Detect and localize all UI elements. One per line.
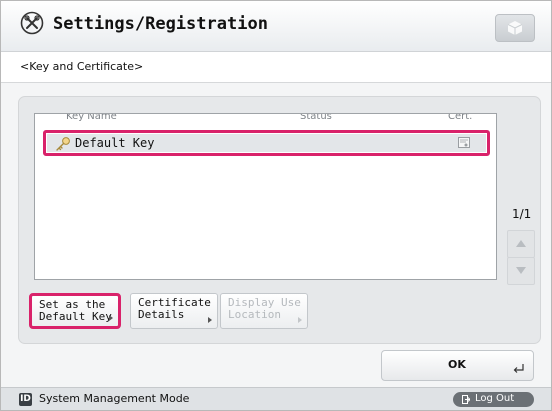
ok-label: OK <box>448 358 466 371</box>
arrow-right-icon <box>208 317 212 323</box>
display-use-location-button: Display Use Location <box>220 293 308 329</box>
scroll-down-button[interactable] <box>507 257 535 285</box>
key-icon <box>56 137 70 151</box>
cube-icon <box>507 21 523 35</box>
arrow-right-icon <box>298 317 302 323</box>
key-list: Key Name Status Cert. Default Key <box>34 113 497 280</box>
key-name: Default Key <box>75 136 155 150</box>
column-header-key-name: Key Name <box>66 113 117 122</box>
certificate-details-button[interactable]: Certificate Details <box>130 293 218 329</box>
settings-screen: Settings/Registration <Key and Certifica… <box>0 0 552 411</box>
breadcrumb: <Key and Certificate> <box>20 60 144 73</box>
settings-tools-icon <box>20 11 44 35</box>
certificate-icon <box>458 137 470 148</box>
sub-header: <Key and Certificate> <box>1 52 551 83</box>
ok-button[interactable]: OK <box>381 350 534 381</box>
home-button[interactable] <box>495 14 535 42</box>
scroll-up-button[interactable] <box>507 230 535 258</box>
page-title: Settings/Registration <box>53 14 268 34</box>
arrow-right-icon <box>109 315 113 321</box>
system-management-mode-label: System Management Mode <box>39 392 190 405</box>
display-use-location-label: Display Use Location <box>228 296 301 321</box>
column-header-cert: Cert. <box>448 113 473 122</box>
header-bar: Settings/Registration <box>1 1 551 52</box>
page-indicator: 1/1 <box>512 207 532 221</box>
column-header-status: Status <box>300 113 332 122</box>
logout-icon <box>462 395 470 404</box>
enter-icon <box>513 364 524 373</box>
set-default-key-button[interactable]: Set as the Default Key <box>29 293 121 329</box>
set-default-key-label: Set as the Default Key <box>39 298 112 323</box>
triangle-up-icon <box>516 240 526 247</box>
table-row[interactable]: Default Key <box>43 130 490 156</box>
logout-label: Log Out <box>475 393 515 404</box>
status-bar: ID System Management Mode Log Out <box>1 387 551 410</box>
id-icon: ID <box>19 393 32 406</box>
certificate-details-label: Certificate Details <box>138 296 211 321</box>
triangle-down-icon <box>516 267 526 274</box>
key-certificate-panel: Key Name Status Cert. Default Key 1/1 Se… <box>18 96 541 344</box>
logout-button[interactable]: Log Out <box>453 392 534 407</box>
